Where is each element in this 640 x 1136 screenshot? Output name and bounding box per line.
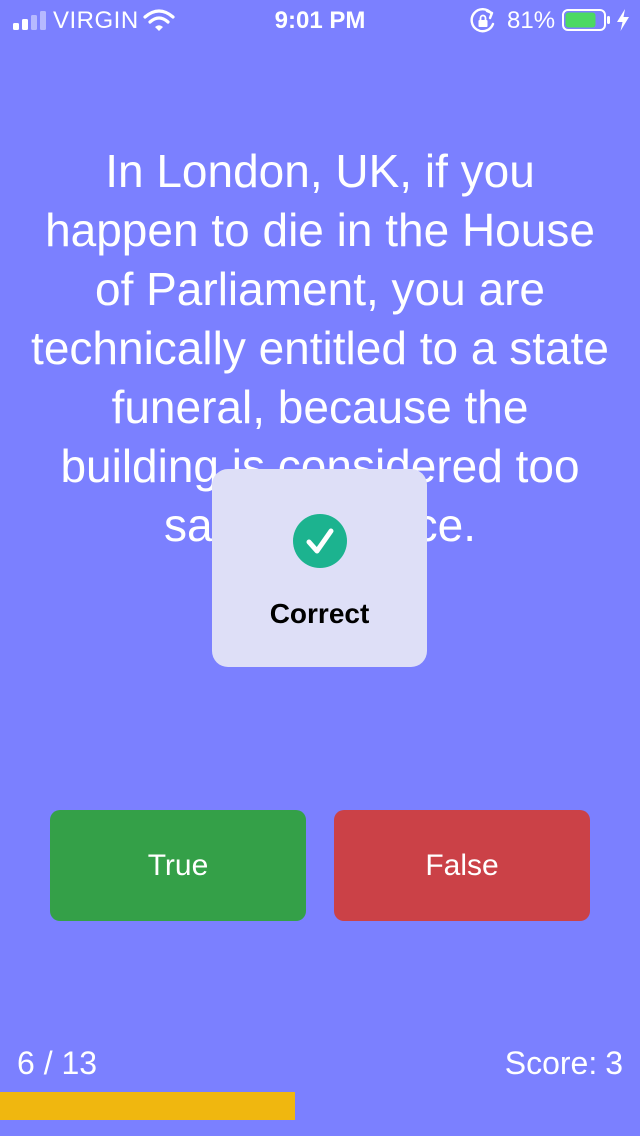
status-bar: VIRGIN 9:01 PM 81%	[0, 0, 640, 40]
progress-bar	[0, 1092, 640, 1120]
score-label: Score:	[504, 1045, 598, 1081]
battery-percent: 81%	[507, 7, 556, 34]
battery-icon	[562, 9, 610, 31]
true-button[interactable]: True	[50, 810, 306, 921]
correct-feedback-popup: Correct	[212, 469, 427, 667]
progress-bar-fill	[0, 1092, 296, 1120]
checkmark-circle-icon	[293, 514, 347, 568]
score-value: 3	[605, 1045, 623, 1081]
charging-bolt-icon	[617, 9, 629, 31]
feedback-label: Correct	[269, 598, 370, 629]
score-display: Score: 3	[505, 1044, 623, 1082]
false-button[interactable]: False	[334, 810, 590, 921]
quiz-screen: VIRGIN 9:01 PM 81% In London, UK, if you…	[0, 0, 640, 1136]
question-progress: 6 / 13	[17, 1045, 98, 1081]
orientation-lock-icon	[470, 8, 495, 33]
